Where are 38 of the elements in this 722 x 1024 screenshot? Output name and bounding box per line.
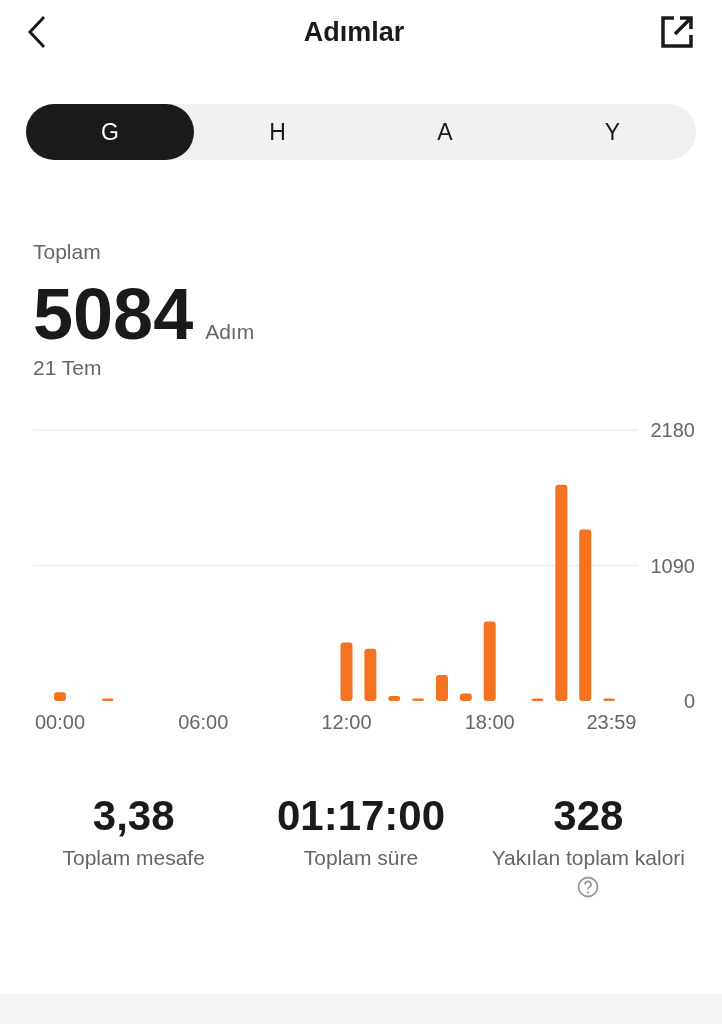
share-icon	[660, 15, 694, 49]
axis-label: 0	[683, 690, 695, 712]
axis-label: 18:00	[464, 711, 515, 733]
back-button[interactable]	[26, 15, 48, 49]
period-tab[interactable]: Y	[528, 104, 696, 160]
period-tab[interactable]: A	[361, 104, 529, 160]
back-icon	[26, 15, 48, 49]
bar	[54, 692, 66, 701]
bar	[388, 696, 401, 701]
stat-value: 3,38	[92, 792, 175, 840]
axis-label: 23:59	[586, 711, 637, 733]
stat-value: 01:17:00	[276, 792, 446, 840]
axis-label: 12:00	[321, 711, 372, 733]
bar	[531, 698, 544, 701]
bar	[436, 674, 448, 701]
period-tab[interactable]: H	[194, 104, 362, 160]
bar	[364, 648, 377, 701]
bar	[340, 642, 353, 701]
axis-label: 00:00	[34, 711, 86, 733]
bar	[101, 698, 114, 701]
step-count: 5084	[33, 273, 194, 356]
share-button[interactable]	[660, 15, 694, 49]
unit-label: Adım	[205, 320, 255, 344]
stat-label: Yakılan toplam kalori	[491, 846, 685, 870]
axis-label: 1090	[650, 554, 695, 577]
help-icon[interactable]	[577, 876, 600, 898]
bar	[603, 698, 616, 701]
page-title: Adımlar	[303, 16, 405, 48]
stat-value: 328	[553, 792, 624, 840]
axis-label: 06:00	[178, 711, 229, 733]
period-tab[interactable]: G	[26, 104, 194, 160]
axis-label: 2180	[650, 419, 695, 441]
date-label: 21 Tem	[33, 356, 102, 380]
total-label: Toplam	[33, 240, 101, 264]
bar	[459, 693, 472, 701]
bar	[412, 698, 425, 701]
stat-label: Toplam süre	[303, 846, 419, 870]
stat-label: Toplam mesafe	[62, 846, 205, 870]
